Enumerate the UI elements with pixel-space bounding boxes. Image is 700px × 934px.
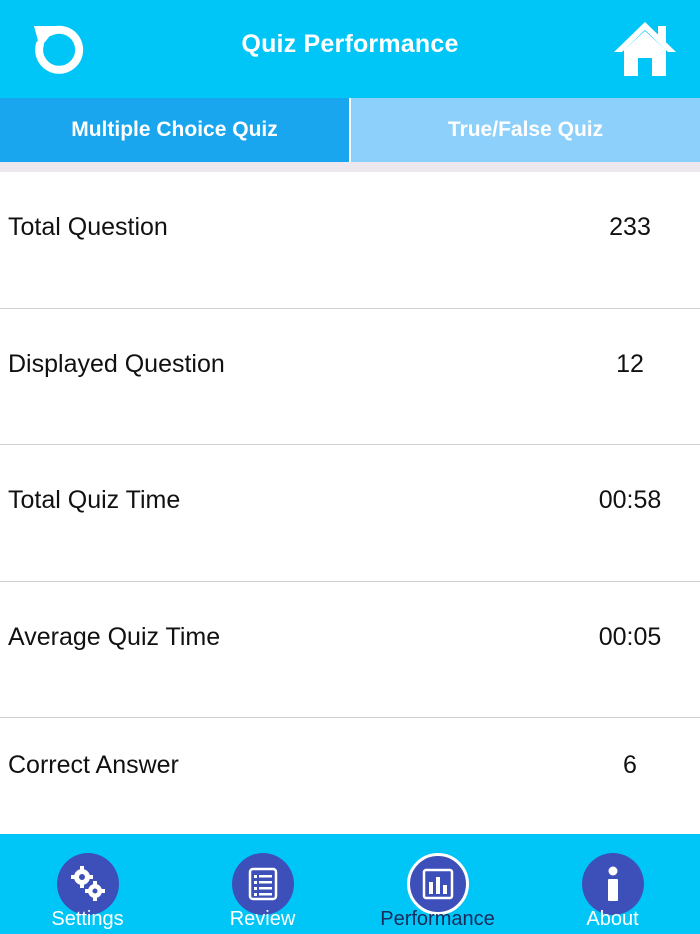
nav-icon-circle: [581, 853, 644, 915]
stats-list: Total Question 233 Displayed Question 12…: [0, 172, 700, 836]
gears-icon: [70, 866, 105, 901]
home-button[interactable]: [612, 20, 678, 78]
nav-icon-circle: [231, 853, 294, 915]
nav-item-about[interactable]: About: [525, 834, 700, 934]
page-title: Quiz Performance: [241, 30, 459, 58]
nav-item-review[interactable]: Review: [175, 834, 350, 934]
nav-icon-circle: [56, 853, 119, 915]
nav-item-settings[interactable]: Settings: [0, 834, 175, 934]
bottom-nav: Settings Review Performance About: [0, 834, 700, 934]
stat-value: 6: [623, 750, 637, 779]
top-bar: Quiz Performance: [0, 0, 700, 98]
list-icon: [248, 867, 277, 901]
nav-item-performance[interactable]: Performance: [350, 834, 525, 934]
nav-label: Settings: [51, 908, 124, 930]
nav-label: Review: [229, 908, 296, 930]
nav-icon-circle: [406, 853, 469, 915]
stat-label: Correct Answer: [8, 750, 179, 779]
nav-label: About: [586, 908, 639, 930]
info-icon: [607, 866, 618, 901]
stat-row-correct-answer: Correct Answer 6: [0, 718, 700, 836]
nav-label: Performance: [380, 908, 495, 930]
home-icon: [614, 22, 676, 76]
bar-chart-icon: [422, 868, 453, 900]
